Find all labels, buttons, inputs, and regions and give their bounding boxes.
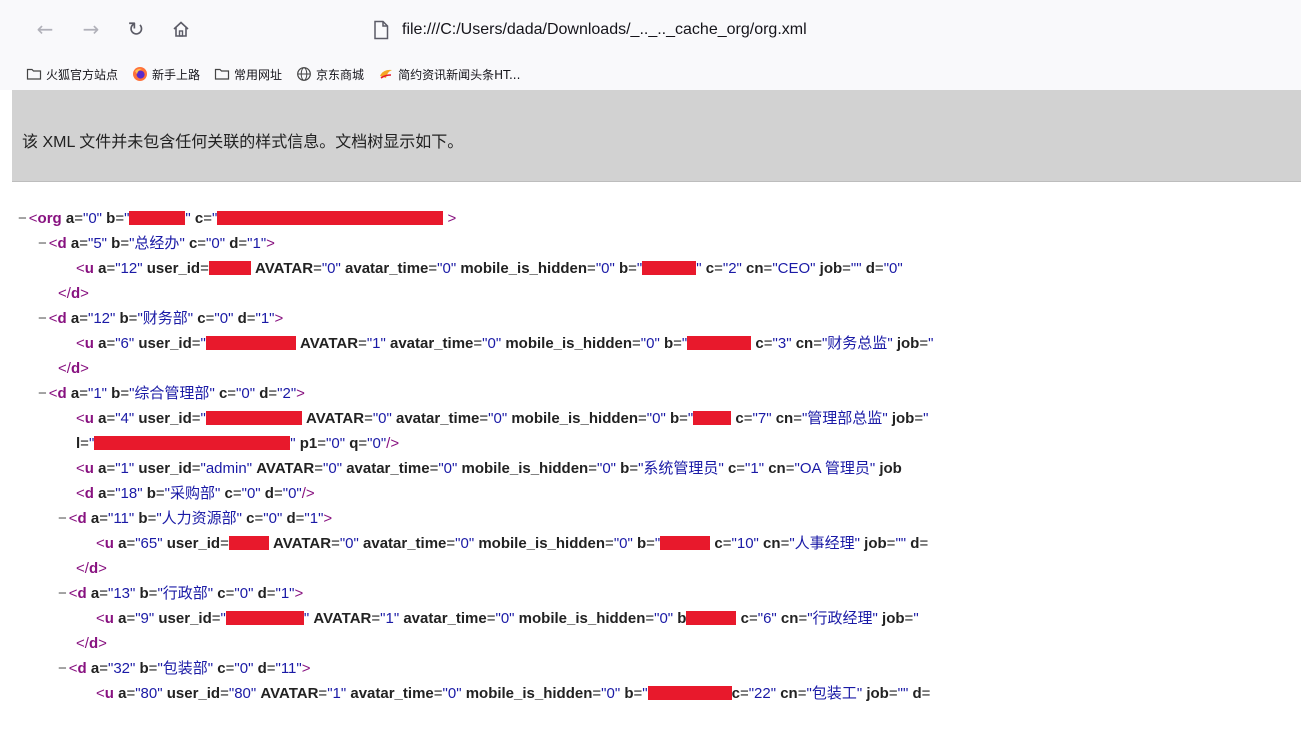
home-button[interactable]	[166, 14, 196, 44]
collapse-toggle[interactable]: −	[58, 660, 67, 677]
collapse-toggle[interactable]: −	[18, 210, 27, 227]
firefox-icon	[133, 67, 148, 81]
xml-line-d-close: </d>	[76, 635, 107, 652]
bookmark-item[interactable]: 常用网址	[214, 66, 282, 83]
bookmark-item[interactable]: 京东商城	[296, 66, 364, 83]
back-button[interactable]: ←	[30, 14, 60, 44]
xml-line-u: <u a="1" user_id="admin" AVATAR="0" avat…	[76, 460, 902, 477]
bookmark-label: 常用网址	[234, 67, 283, 82]
folder-icon	[214, 68, 230, 80]
xml-line-d-open: − <d a="5" b="总经办" c="0" d="1">	[38, 235, 275, 252]
xml-line-u: <u a="12" user_id= AVATAR="0" avatar_tim…	[76, 260, 903, 277]
xml-line-d-open: − <d a="1" b="综合管理部" c="0" d="2">	[38, 385, 305, 402]
redacted-block	[693, 411, 732, 425]
redacted-block	[687, 336, 752, 350]
globe-icon	[297, 67, 311, 81]
xml-line-u: <u a="80" user_id="80" AVATAR="1" avatar…	[96, 685, 931, 702]
home-icon	[173, 21, 189, 37]
forward-button[interactable]: →	[76, 14, 106, 44]
bookmark-label: 新手上路	[152, 67, 201, 82]
reload-icon: ↻	[127, 17, 145, 41]
page-icon	[374, 20, 389, 40]
redacted-block	[205, 411, 302, 425]
xml-info-text: 该 XML 文件并未包含任何关联的样式信息。文档树显示如下。	[22, 134, 464, 151]
xml-line-d-open: − <d a="32" b="包装部" c="0" d="11">	[58, 660, 311, 677]
redacted-block	[129, 211, 186, 225]
collapse-toggle[interactable]: −	[58, 510, 67, 527]
xml-line-u: <u a="4" user_id=" AVATAR="0" avatar_tim…	[76, 410, 929, 427]
xml-line-d-close: </d>	[58, 285, 89, 302]
xml-line-d-open: − <d a="12" b="财务部" c="0" d="1">	[38, 310, 284, 327]
redacted-block	[94, 436, 291, 450]
bookmark-item[interactable]: 简约资讯新闻头条HT...	[378, 66, 520, 83]
news-icon	[380, 69, 393, 79]
redacted-block	[208, 261, 251, 275]
xml-line-d-empty: <d a="18" b="采购部" c="0" d="0"/>	[76, 485, 315, 502]
redacted-block	[660, 536, 711, 550]
redacted-block	[686, 611, 737, 625]
xml-line-d-close: </d>	[58, 360, 89, 377]
xml-line-org-open: − <org a="0" b=" " c=" >	[18, 210, 457, 227]
xml-line-u: <u a="6" user_id=" AVATAR="1" avatar_tim…	[76, 335, 934, 352]
bookmark-label: 火狐官方站点	[46, 67, 119, 82]
xml-line-d-open: − <d a="11" b="人力资源部" c="0" d="1">	[58, 510, 333, 527]
redacted-block	[205, 336, 296, 350]
redacted-block	[217, 211, 444, 225]
xml-line-u-cont: l=" " p1="0" q="0"/>	[76, 435, 400, 452]
redacted-block	[647, 686, 732, 700]
bookmarks-bar: 火狐官方站点 新手上路 常用网址 京东商城 简约资讯新闻头条HT...	[0, 58, 1301, 90]
redacted-block	[228, 536, 269, 550]
xml-info-banner: 该 XML 文件并未包含任何关联的样式信息。文档树显示如下。	[12, 90, 1301, 182]
collapse-toggle[interactable]: −	[38, 310, 47, 327]
collapse-toggle[interactable]: −	[38, 235, 47, 252]
folder-icon	[26, 68, 42, 80]
xml-line-d-close: </d>	[76, 560, 107, 577]
redacted-block	[642, 261, 697, 275]
redacted-block	[225, 611, 304, 625]
xml-line-u: <u a="65" user_id= AVATAR="0" avatar_tim…	[96, 535, 929, 552]
browser-toolbar: ← → ↻ file:///C:/Users/dada/Downloads/_.…	[0, 0, 1301, 58]
url-text: file:///C:/Users/dada/Downloads/_.._.._c…	[402, 21, 807, 38]
arrow-right-icon: →	[82, 17, 100, 41]
reload-button[interactable]: ↻	[121, 14, 151, 44]
xml-tree: − <org a="0" b=" " c=" > − <d a="5" b="总经办"…	[0, 182, 1301, 750]
bookmark-label: 简约资讯新闻头条HT...	[398, 67, 521, 82]
bookmark-label: 京东商城	[316, 67, 365, 82]
xml-line-d-open: − <d a="13" b="行政部" c="0" d="1">	[58, 585, 304, 602]
bookmark-item[interactable]: 新手上路	[132, 66, 200, 83]
address-bar[interactable]: file:///C:/Users/dada/Downloads/_.._.._c…	[362, 12, 1301, 48]
xml-line-u: <u a="9" user_id=" " AVATAR="1" avatar_ti…	[96, 610, 919, 627]
collapse-toggle[interactable]: −	[38, 385, 47, 402]
arrow-left-icon: ←	[36, 17, 54, 41]
bookmark-item[interactable]: 火狐官方站点	[26, 66, 118, 83]
collapse-toggle[interactable]: −	[58, 585, 67, 602]
